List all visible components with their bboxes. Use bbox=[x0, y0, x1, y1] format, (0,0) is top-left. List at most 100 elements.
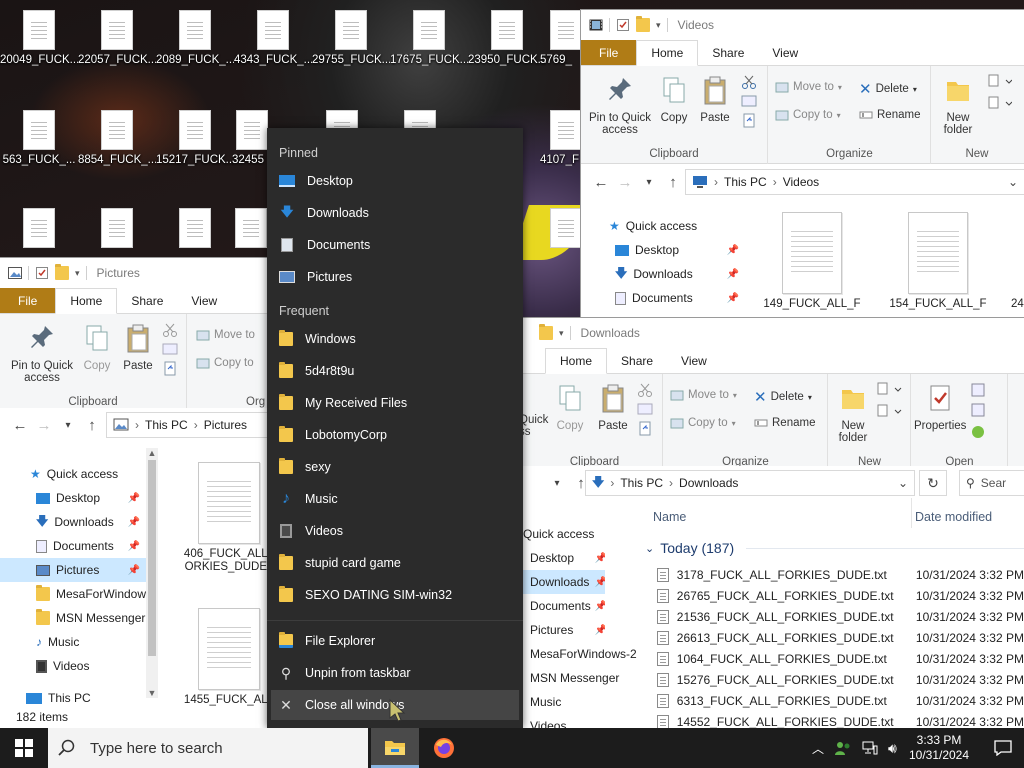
jump-pinned-downloads[interactable]: 🡇 Downloads bbox=[271, 198, 519, 228]
nav-music[interactable]: Music bbox=[517, 690, 605, 714]
table-row[interactable]: 3178_FUCK_ALL_FORKIES_DUDE.txt 10/31/2024… bbox=[641, 564, 1024, 585]
search-box[interactable]: ⚲ Sear bbox=[959, 470, 1024, 496]
breadcrumb-pictures[interactable]: Pictures bbox=[204, 418, 247, 432]
recent-locations-button[interactable]: ▾ bbox=[637, 177, 661, 188]
nav-msn-messenger[interactable]: MSN Messenger bbox=[517, 666, 637, 690]
table-row[interactable]: 26613_FUCK_ALL_FORKIES_DUDE.txt 10/31/202… bbox=[641, 627, 1024, 648]
desktop-icon[interactable]: 29755_FUCK... bbox=[312, 0, 390, 95]
tab-file[interactable]: File bbox=[581, 40, 637, 65]
new-folder-icon[interactable] bbox=[539, 324, 553, 340]
nav-music[interactable]: ♪ Music bbox=[0, 630, 146, 654]
jump-frequent-stupid-card-game[interactable]: stupid card game bbox=[271, 548, 519, 578]
jump-file-explorer[interactable]: File Explorer bbox=[271, 626, 519, 656]
desktop-icon[interactable]: 17675_FUCK... bbox=[390, 0, 468, 95]
breadcrumb-downloads[interactable]: Downloads bbox=[679, 476, 738, 490]
tab-view[interactable]: View bbox=[667, 348, 721, 373]
paste-button[interactable]: Paste bbox=[595, 382, 631, 432]
paste-button[interactable]: Paste bbox=[697, 74, 733, 124]
tab-view[interactable]: View bbox=[177, 288, 231, 313]
file-item[interactable]: 154_FUCK_ALL_F bbox=[883, 212, 993, 311]
downloads-explorer-window[interactable]: ▾ Downloads Home Share View Quick ss Copy… bbox=[517, 318, 1024, 728]
videos-explorer-window[interactable]: ▾ Videos File Home Share View Pin to Qui… bbox=[581, 10, 1024, 320]
new-folder-icon[interactable] bbox=[55, 264, 69, 280]
properties-check-icon[interactable] bbox=[35, 266, 49, 280]
jump-pinned-documents[interactable]: Documents bbox=[271, 230, 519, 260]
network-icon[interactable] bbox=[862, 741, 878, 755]
nav-mesaforwindows[interactable]: MesaForWindows-2 bbox=[517, 642, 637, 666]
jump-frequent-sexy[interactable]: sexy bbox=[271, 452, 519, 482]
tab-home[interactable]: Home bbox=[636, 40, 699, 66]
jump-frequent-videos[interactable]: Videos bbox=[271, 516, 519, 546]
jump-pinned-desktop[interactable]: Desktop bbox=[271, 166, 519, 196]
taskbar-firefox[interactable] bbox=[420, 728, 468, 768]
back-button[interactable]: ← bbox=[589, 174, 613, 191]
new-folder-button[interactable]: New folder bbox=[938, 74, 978, 136]
move-to-button[interactable]: Move to ▾ bbox=[775, 80, 842, 94]
copy-to-button[interactable]: Copy to ▾ bbox=[670, 416, 736, 430]
copy-path-icon[interactable] bbox=[741, 94, 757, 108]
qat-dropdown-icon[interactable]: ▾ bbox=[559, 328, 564, 339]
back-button[interactable]: ← bbox=[8, 417, 32, 434]
new-folder-button[interactable]: New folder bbox=[833, 382, 873, 444]
recent-locations-button[interactable]: ▾ bbox=[545, 478, 569, 489]
desktop-icon[interactable]: 20049_FUCK... bbox=[0, 0, 78, 95]
pictures-explorer-window[interactable]: ▾ Pictures File Home Share View Pin to Q… bbox=[0, 258, 290, 728]
desktop-icon[interactable]: 2089_FUCK_... bbox=[156, 0, 234, 95]
breadcrumb-this-pc[interactable]: This PC bbox=[620, 476, 663, 490]
paste-shortcut-icon[interactable] bbox=[162, 360, 178, 376]
nav-quick-access[interactable]: Quick access bbox=[517, 522, 605, 546]
jump-frequent-windows[interactable]: Windows bbox=[271, 324, 519, 354]
desktop-icon[interactable] bbox=[78, 198, 156, 260]
title-bar[interactable]: ▾ Pictures bbox=[0, 258, 290, 288]
rename-button[interactable]: Rename bbox=[859, 108, 920, 122]
column-header-date[interactable]: Date modified bbox=[915, 510, 992, 524]
copy-path-icon[interactable] bbox=[162, 342, 178, 356]
nav-videos[interactable]: Videos bbox=[0, 654, 146, 678]
desktop-icon[interactable]: 15217_FUCK... bbox=[156, 100, 234, 195]
nav-desktop[interactable]: Desktop 📌 bbox=[517, 546, 605, 570]
qat-dropdown-icon[interactable]: ▾ bbox=[656, 20, 661, 31]
jump-pinned-pictures[interactable]: Pictures bbox=[271, 262, 519, 292]
tab-file[interactable]: File bbox=[0, 288, 56, 313]
new-folder-icon[interactable] bbox=[636, 16, 650, 32]
table-row[interactable]: 21536_FUCK_ALL_FORKIES_DUDE.txt 10/31/202… bbox=[641, 606, 1024, 627]
title-bar[interactable]: ▾ Videos bbox=[581, 10, 1024, 40]
nav-desktop[interactable]: Desktop 📌 bbox=[581, 238, 751, 262]
move-to-button[interactable]: Move to ▾ bbox=[670, 388, 737, 402]
cut-icon[interactable] bbox=[741, 74, 757, 90]
new-item-icon[interactable] bbox=[877, 382, 903, 396]
address-bar[interactable]: › This PC › Videos ⌄ bbox=[685, 169, 1024, 195]
tab-home[interactable]: Home bbox=[545, 348, 608, 374]
desktop-icon[interactable] bbox=[156, 198, 234, 260]
address-bar[interactable]: 🡇 › This PC › Downloads ⌄ bbox=[585, 470, 915, 496]
tab-share[interactable]: Share bbox=[117, 288, 177, 313]
nav-mesaforwindows[interactable]: MesaForWindow bbox=[0, 582, 146, 606]
nav-videos[interactable]: Videos bbox=[517, 714, 605, 728]
copy-to-button[interactable]: Copy to bbox=[196, 356, 254, 370]
delete-button[interactable]: ✕ Delete ▾ bbox=[859, 80, 917, 98]
action-center-button[interactable] bbox=[982, 728, 1024, 768]
copy-button[interactable]: Copy bbox=[657, 74, 691, 124]
column-header-name[interactable]: Name bbox=[653, 510, 686, 524]
up-button[interactable]: ↑ bbox=[661, 174, 685, 191]
title-bar[interactable]: ▾ Downloads bbox=[517, 318, 1024, 348]
breadcrumb-this-pc[interactable]: This PC bbox=[724, 175, 767, 189]
nav-quick-access[interactable]: ★ Quick access bbox=[0, 462, 146, 486]
desktop-icon[interactable] bbox=[540, 198, 582, 260]
nav-documents[interactable]: Documents 📌 bbox=[0, 534, 146, 558]
refresh-button[interactable]: ↻ bbox=[919, 470, 947, 496]
jump-frequent-sexo-dating-sim[interactable]: SEXO DATING SIM-win32 bbox=[271, 580, 519, 610]
paste-button[interactable]: Paste bbox=[120, 322, 156, 372]
table-row[interactable]: 26765_FUCK_ALL_FORKIES_DUDE.txt 10/31/202… bbox=[641, 585, 1024, 606]
address-bar[interactable]: › This PC › Pictures bbox=[106, 412, 290, 438]
nav-downloads[interactable]: Downloads 📌 bbox=[517, 570, 605, 594]
tab-share[interactable]: Share bbox=[698, 40, 758, 65]
breadcrumb-videos[interactable]: Videos bbox=[783, 175, 819, 189]
volume-icon[interactable]: 🔊︎ bbox=[888, 740, 897, 757]
tab-view[interactable]: View bbox=[758, 40, 812, 65]
scroll-thumb[interactable] bbox=[148, 460, 156, 656]
delete-button[interactable]: ✕ Delete ▾ bbox=[754, 388, 812, 406]
table-row[interactable]: 1064_FUCK_ALL_FORKIES_DUDE.txt 10/31/2024… bbox=[641, 648, 1024, 669]
desktop-icon[interactable]: 563_FUCK_... bbox=[0, 100, 78, 195]
copy-button[interactable]: Copy bbox=[80, 322, 114, 372]
